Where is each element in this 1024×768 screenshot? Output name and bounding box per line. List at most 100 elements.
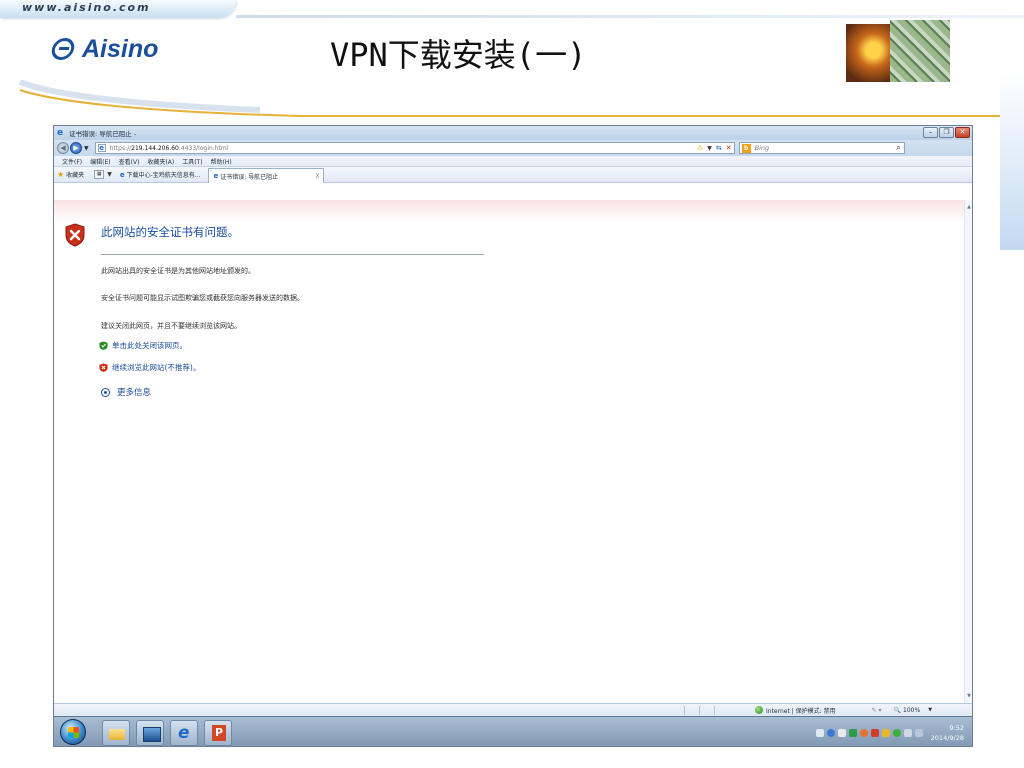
warning-shield-icon	[65, 223, 85, 247]
slide-title: VPN下载安装(一)	[330, 36, 587, 74]
antivirus-tray-icon[interactable]	[870, 729, 879, 737]
url-scheme: https://	[109, 144, 132, 152]
clock-time: 9:52	[949, 724, 964, 732]
tab-label: 证书错误: 导航已阻止	[220, 173, 279, 181]
search-box[interactable]: b Bing ⌕	[738, 142, 905, 154]
network-tray-icon[interactable]	[914, 729, 923, 737]
folder-taskbar-icon[interactable]	[102, 720, 130, 746]
more-info-action[interactable]: 更多信息	[101, 386, 151, 398]
security-tray-icon[interactable]	[848, 729, 857, 737]
bing-icon: b	[741, 143, 751, 153]
minimize-button[interactable]: –	[923, 127, 938, 138]
menu-bar: 文件(F) 编辑(E) 查看(V) 收藏夹(A) 工具(T) 帮助(H)	[54, 156, 972, 167]
restore-button[interactable]: ❐	[939, 127, 954, 138]
start-button[interactable]	[60, 719, 86, 745]
expand-circle-icon	[101, 387, 110, 397]
menu-view[interactable]: 查看(V)	[119, 157, 140, 166]
menu-help[interactable]: 帮助(H)	[211, 157, 232, 166]
aisino-logo-icon	[49, 38, 77, 60]
status-divider	[699, 705, 700, 715]
favorites-button[interactable]: 收藏夹	[66, 170, 84, 179]
search-placeholder: Bing	[754, 144, 770, 152]
error-paragraph-3: 建议关闭此网页，并且不要继续浏览该网站。	[101, 322, 241, 330]
address-dropdown-icon[interactable]: ▼	[707, 145, 712, 152]
user-tray-icon[interactable]	[881, 729, 890, 737]
navigation-row: ◀ ▶ ▼ e https://219.144.206.60:4433/logi…	[54, 140, 972, 156]
zoom-icon[interactable]: 🔍	[894, 707, 901, 714]
tab-list-dropdown-icon[interactable]: ▼	[107, 171, 112, 178]
keyboard-tray-icon[interactable]	[815, 729, 824, 737]
url-path: :4433/login.html	[178, 144, 229, 152]
continue-action[interactable]: 继续浏览此网站(不推荐)。	[99, 362, 200, 373]
window-controls: – ❐ ✕	[923, 127, 970, 138]
refresh-icon[interactable]: ⇆	[716, 144, 722, 152]
vertical-scrollbar[interactable]: ▲ ▼	[964, 200, 972, 703]
url-text[interactable]: https://219.144.206.60:4433/login.html	[110, 145, 229, 152]
internet-zone-icon	[755, 706, 763, 714]
menu-edit[interactable]: 编辑(E)	[90, 157, 110, 166]
menu-favorites[interactable]: 收藏夹(A)	[147, 157, 174, 166]
quick-tabs-icon[interactable]: ▦	[94, 170, 105, 179]
address-tools: ⚠ ▼ ⇆ ✕	[697, 143, 732, 153]
back-button[interactable]: ◀	[57, 142, 69, 154]
aisino-logo: Aisino	[49, 34, 159, 64]
favorites-bar: ★ 收藏夹 ▦ ▼ e 下载中心-宝鸡航天信息有... e 证书错误: 导航已阻…	[54, 167, 972, 183]
scroll-up-icon[interactable]: ▲	[967, 204, 971, 210]
page-icon: e	[97, 144, 106, 152]
slide: www.aisino.com Aisino VPN下载安装(一) e 证书错误:…	[0, 0, 1024, 768]
menu-file[interactable]: 文件(F)	[62, 157, 82, 166]
menu-tools[interactable]: 工具(T)	[182, 157, 202, 166]
close-page-action[interactable]: 单击此处关闭该网页。	[99, 340, 187, 351]
website-url: www.aisino.com	[22, 1, 151, 14]
heading-divider	[101, 254, 484, 255]
powerpoint-taskbar-icon[interactable]	[204, 720, 232, 746]
stop-icon[interactable]: ✕	[726, 144, 732, 152]
close-page-link[interactable]: 单击此处关闭该网页。	[112, 340, 187, 351]
browser-window: e 证书错误: 导航已阻止 - – ❐ ✕ ◀ ▶ ▼ e https://21…	[53, 125, 973, 747]
window-title: 证书错误: 导航已阻止 -	[69, 130, 137, 138]
tab-close-icon[interactable]: X	[315, 173, 319, 180]
security-zone-text[interactable]: Internet | 保护模式: 禁用	[766, 706, 836, 715]
action-center-tray-icon[interactable]	[837, 729, 846, 737]
header-photo	[846, 20, 950, 82]
update-tray-icon[interactable]	[892, 729, 901, 737]
url-host: 219.144.206.60	[131, 144, 179, 152]
continue-to-site-link[interactable]: 继续浏览此网站(不推荐)。	[112, 362, 200, 373]
status-divider	[684, 705, 685, 715]
windows-logo-icon	[68, 727, 79, 738]
close-window-button[interactable]: ✕	[955, 127, 970, 138]
forward-button[interactable]: ▶	[70, 142, 82, 154]
taskbar: 9:52 2014/9/28	[54, 716, 972, 746]
page-content: 此网站的安全证书有问题。 此网站出具的安全证书是为其他网站地址颁发的。 安全证书…	[54, 200, 972, 703]
error-heading: 此网站的安全证书有问题。	[101, 225, 239, 239]
red-shield-icon	[99, 363, 108, 372]
ie-taskbar-icon[interactable]	[170, 720, 198, 746]
volume-tray-icon[interactable]	[903, 729, 912, 737]
tab-label: 下载中心-宝鸡航天信息有...	[126, 172, 201, 179]
favorites-star-icon[interactable]: ★	[57, 170, 64, 179]
tab-certificate-error[interactable]: e 证书错误: 导航已阻止 X	[208, 168, 325, 183]
logo-text: Aisino	[82, 34, 159, 63]
scroll-down-icon[interactable]: ▼	[967, 693, 971, 699]
tab-download-center[interactable]: e 下载中心-宝鸡航天信息有...	[116, 168, 205, 182]
search-icon[interactable]: ⌕	[896, 143, 900, 153]
tab-ie-icon: e	[213, 172, 219, 180]
pen-icon[interactable]: ✎ ▾	[872, 707, 882, 714]
clock[interactable]: 9:52 2014/9/28	[931, 723, 964, 743]
zoom-level[interactable]: 100%	[903, 707, 920, 714]
status-bar: Internet | 保护模式: 禁用 ✎ ▾ 🔍 100% ▼	[54, 703, 972, 716]
app-tray-icon[interactable]	[859, 729, 868, 737]
more-info-link[interactable]: 更多信息	[117, 386, 151, 398]
help-tray-icon[interactable]	[826, 729, 835, 737]
header-swoosh	[18, 80, 1024, 117]
globe-photo	[846, 24, 892, 82]
error-paragraph-2: 安全证书问题可能显示试图欺骗您或截获您向服务器发送的数据。	[101, 294, 304, 302]
address-bar[interactable]: e https://219.144.206.60:4433/login.html…	[94, 142, 735, 154]
clock-date: 2014/9/28	[930, 734, 964, 742]
media-taskbar-icon[interactable]	[136, 720, 164, 746]
status-divider	[714, 705, 715, 715]
history-dropdown-icon[interactable]: ▼	[84, 145, 89, 152]
certificate-error-icon[interactable]: ⚠	[697, 144, 703, 152]
tab-ie-icon: e	[119, 170, 125, 179]
zoom-dropdown-icon[interactable]: ▼	[928, 707, 932, 713]
